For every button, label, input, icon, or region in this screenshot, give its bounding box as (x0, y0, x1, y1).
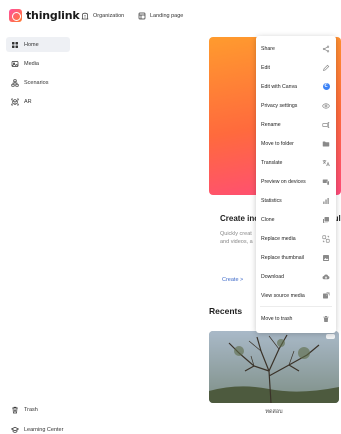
menu-item-move-to-folder[interactable]: Move to folder (256, 134, 336, 153)
menu-item-label: Replace thumbnail (261, 254, 304, 261)
landing-page-label: Landing page (150, 13, 184, 19)
sidebar-item-scenarios[interactable]: Scenarios (6, 75, 70, 90)
sidebar-item-home[interactable]: Home (6, 37, 70, 52)
thinglink-logo-icon (9, 9, 22, 22)
menu-item-label: Preview on devices (261, 178, 306, 185)
create-card-title: Create inc (220, 214, 259, 223)
menu-item-preview-on-devices[interactable]: Preview on devices (256, 172, 336, 191)
sidebar-trash-label: Trash (24, 406, 38, 413)
tree-photo (209, 331, 339, 403)
devices-icon (322, 179, 330, 185)
menu-item-move-to-trash[interactable]: Move to trash (256, 309, 336, 328)
eye-icon (322, 102, 330, 109)
menu-item-edit-with-canva[interactable]: Edit with Canva C (256, 77, 336, 96)
sidebar-item-label: AR (24, 98, 32, 105)
brand-name: thinglink (26, 9, 80, 22)
menu-item-clone[interactable]: Clone (256, 210, 336, 229)
replace-icon (322, 234, 330, 243)
landing-page-link[interactable]: Landing page (138, 12, 183, 20)
image-icon (11, 60, 19, 67)
menu-item-label: Move to trash (261, 315, 293, 322)
menu-item-label: Move to folder (261, 140, 294, 147)
menu-item-replace-media[interactable]: Replace media (256, 229, 336, 248)
pencil-icon (322, 64, 330, 71)
menu-item-label: Statistics (261, 197, 282, 204)
sidebar: Home Media Scenarios AR Trash Learning C… (0, 34, 76, 434)
menu-item-translate[interactable]: Translate (256, 153, 336, 172)
context-menu: Share Edit Edit with Canva C Privacy set… (256, 36, 336, 333)
menu-item-replace-thumbnail[interactable]: Replace thumbnail (256, 248, 336, 267)
ar-cube-icon (11, 98, 19, 105)
organization-link[interactable]: Organization (81, 12, 124, 20)
sidebar-item-learning-center[interactable]: Learning Center (6, 422, 70, 434)
menu-item-download[interactable]: Download (256, 267, 336, 286)
sidebar-item-ar[interactable]: AR (6, 94, 70, 109)
top-bar: thinglink Organization Landing page (0, 0, 341, 34)
source-media-icon (323, 291, 330, 298)
menu-item-label: Download (261, 273, 285, 280)
create-desc-line-2: and videos, a (220, 239, 253, 245)
building-icon (81, 12, 89, 20)
recent-item-title[interactable]: ทดสอบ (209, 408, 339, 416)
menu-item-label: Replace media (261, 235, 296, 242)
menu-item-privacy-settings[interactable]: Privacy settings (256, 96, 336, 115)
sidebar-item-media[interactable]: Media (6, 56, 70, 71)
bar-chart-icon (323, 197, 329, 204)
sidebar-item-label: Home (24, 41, 39, 48)
menu-item-share[interactable]: Share (256, 39, 336, 58)
menu-item-label: Clone (261, 216, 275, 223)
menu-item-view-source-media[interactable]: View source media (256, 286, 336, 305)
thinglink-logo[interactable]: thinglink (9, 9, 80, 22)
sitemap-icon (11, 78, 19, 87)
menu-item-label: Privacy settings (261, 102, 298, 109)
trash-icon (12, 406, 18, 413)
recent-item-thumbnail[interactable] (209, 331, 339, 403)
graduation-cap-icon (11, 426, 19, 433)
sidebar-item-label: Scenarios (24, 79, 49, 86)
folder-icon (322, 141, 330, 146)
menu-item-statistics[interactable]: Statistics (256, 191, 336, 210)
menu-item-label: Translate (261, 159, 283, 166)
clone-icon (323, 216, 329, 223)
translate-icon (322, 159, 330, 166)
sidebar-item-label: Media (24, 60, 39, 67)
share-icon (322, 45, 330, 52)
menu-item-label: Edit with Canva (261, 83, 298, 90)
menu-item-label: View source media (261, 292, 305, 299)
rename-icon (322, 121, 330, 128)
menu-item-label: Share (261, 45, 275, 52)
menu-item-rename[interactable]: Rename (256, 115, 336, 134)
menu-item-label: Edit (261, 64, 270, 71)
menu-item-edit[interactable]: Edit (256, 58, 336, 77)
recents-heading: Recents (209, 306, 243, 316)
trash-icon (323, 315, 329, 322)
sidebar-learning-label: Learning Center (24, 426, 64, 433)
create-desc-line-1: Quickly creat (220, 231, 252, 237)
thumbnail-icon (323, 254, 329, 261)
create-card-description: Quickly creat and videos, a (220, 230, 260, 246)
canva-icon: C (322, 83, 330, 90)
create-link[interactable]: Create > (222, 277, 243, 283)
layout-icon (138, 12, 146, 20)
thumbnail-badge (326, 334, 335, 339)
menu-divider (260, 306, 332, 307)
cloud-download-icon (322, 273, 330, 279)
grid-icon (12, 41, 18, 48)
sidebar-item-trash[interactable]: Trash (6, 402, 70, 417)
menu-item-label: Rename (261, 121, 281, 128)
organization-label: Organization (93, 13, 125, 19)
